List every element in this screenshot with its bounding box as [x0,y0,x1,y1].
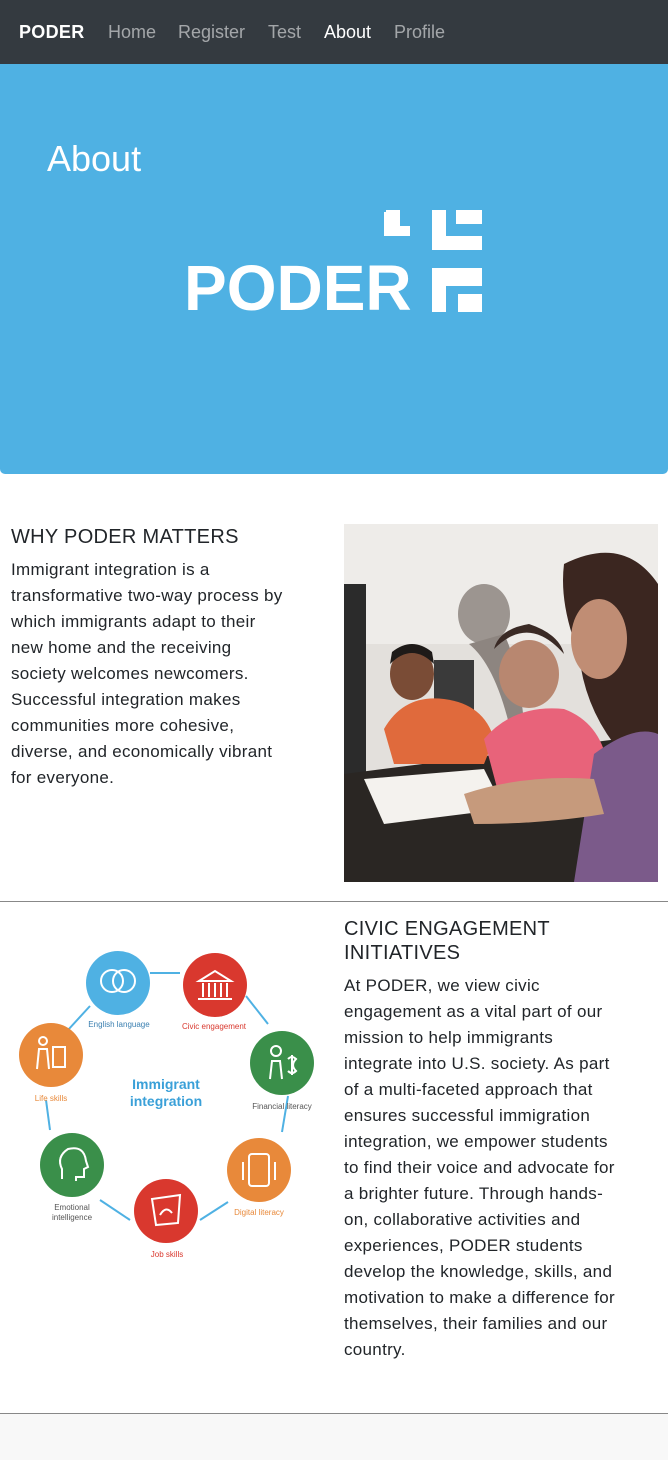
page-title: About [47,138,142,179]
why-line: which immigrants adapt to their [11,612,256,631]
section-divider [0,901,668,902]
node-label: Emotional [54,1203,90,1212]
brand-link[interactable]: PODER [19,22,85,43]
nav-profile[interactable]: Profile [394,22,445,43]
person-dollar-icon [250,1031,314,1095]
node-label: Civic engagement [181,1022,247,1031]
why-line: transformative two-way process by [11,586,283,605]
footer-area [0,1414,668,1460]
civic-line: a brighter future. Through hands- [344,1184,604,1203]
node-label: English language [88,1020,150,1029]
why-line: for everyone. [11,768,115,787]
hero-jumbotron: About PODER [0,64,668,474]
why-line: society welcomes newcomers. [11,664,249,683]
why-line: Immigrant integration is a [11,560,210,579]
civic-line: experiences, PODER students [344,1236,583,1255]
nav-home[interactable]: Home [108,22,156,43]
civic-line: to find their voice and advocate for [344,1158,615,1177]
speech-bubbles-icon [86,951,150,1015]
puzzle-person-icon [19,1023,83,1087]
students-photo [344,524,658,882]
why-line: communities more cohesive, [11,716,235,735]
why-line: diverse, and economically vibrant [11,742,273,761]
why-title: WHY PODER MATTERS [11,526,239,548]
devices-icon [227,1138,291,1202]
node-label: intelligence [51,1213,93,1222]
navbar: PODER Home Register Test About Profile [0,0,668,64]
civic-title-line: INITIATIVES [344,942,461,964]
civic-title-line: CIVIC ENGAGEMENT [344,918,550,940]
why-line: new home and the receiving [11,638,232,657]
civic-line: of a multi-faceted approach that [344,1080,593,1099]
node-label: Job skills [150,1250,184,1259]
civic-line: motivation to make a difference for [344,1288,615,1307]
center-line: integration [129,1093,203,1109]
logo-wordmark: PODER [184,252,412,324]
node-label: Life skills [34,1094,68,1103]
civic-line: At PODER, we view civic [344,976,540,995]
students-illustration [344,524,658,882]
poder-logo: PODER [184,210,484,324]
civic-line: on, collaborative activities and [344,1210,581,1229]
civic-line: engagement as a vital part of our [344,1002,603,1021]
nav-test[interactable]: Test [268,22,301,43]
nav-register[interactable]: Register [178,22,245,43]
civic-line: integrate into U.S. society. As part [344,1054,610,1073]
civic-line: mission to help immigrants [344,1028,554,1047]
node-label: Digital literacy [234,1208,284,1217]
handshake-icon [134,1179,198,1243]
center-line: Immigrant [132,1076,200,1092]
civic-line: country. [344,1340,406,1359]
civic-line: ensures successful immigration [344,1106,591,1125]
wheel-center-label: Immigrant integration [106,1076,226,1110]
civic-line: themselves, their families and our [344,1314,608,1333]
node-label: Financial literacy [252,1102,312,1111]
civic-line: integration, we empower students [344,1132,608,1151]
nav-about[interactable]: About [324,22,371,43]
head-icon [40,1133,104,1197]
capitol-building-icon [183,953,247,1017]
why-line: Successful integration makes [11,690,241,709]
civic-line: develop the knowledge, skills, and [344,1262,613,1281]
